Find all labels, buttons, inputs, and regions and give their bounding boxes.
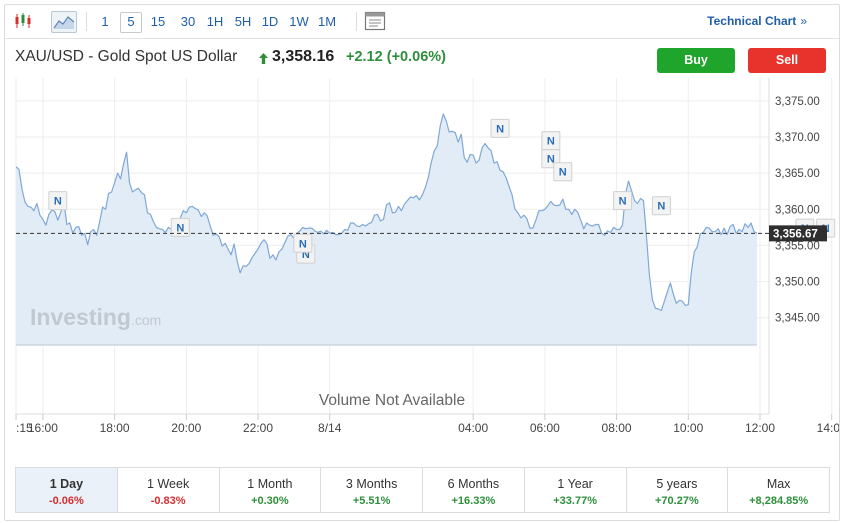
timeframe-1m[interactable]: 1M [315, 12, 339, 31]
period-label: 1 Year [557, 477, 593, 491]
y-tick-label: 3,350.00 [775, 277, 820, 289]
period-label: 1 Week [147, 477, 190, 491]
candlestick-icon[interactable] [13, 11, 33, 31]
period-change: +8,284.85% [749, 495, 809, 507]
period-change: +16.33% [451, 495, 496, 507]
timeframe-1d[interactable]: 1D [259, 12, 281, 31]
x-tick-label: 22:00 [243, 421, 273, 435]
svg-text:N: N [547, 136, 555, 148]
chart-widget: 1 5 15 30 1H 5H 1D 1W 1M Technical Chart» XAU/US… [4, 4, 840, 521]
svg-text:N: N [559, 167, 567, 179]
period-6-months[interactable]: 6 Months +16.33% [422, 468, 524, 512]
timeframe-15[interactable]: 15 [148, 12, 168, 31]
x-tick-label: 18:00 [100, 421, 130, 435]
period-label: 1 Day [49, 477, 84, 491]
indicator-panel-icon[interactable] [364, 11, 386, 31]
svg-text:N: N [657, 201, 665, 213]
x-tick-label: 14:00 [817, 421, 839, 435]
last-price: 3,358.16 [272, 48, 335, 65]
timeframe-5h[interactable]: 5H [231, 12, 255, 31]
period-change: +70.27% [655, 495, 699, 507]
period-label: 1 Month [247, 477, 293, 491]
technical-chart-label: Technical Chart [707, 14, 797, 28]
timeframe-1h[interactable]: 1H [204, 12, 226, 31]
timeframe-5[interactable]: 5 [120, 12, 142, 33]
svg-text:N: N [54, 196, 62, 208]
svg-text:N: N [176, 222, 184, 234]
period-3-months[interactable]: 3 Months +5.51% [320, 468, 422, 512]
last-price-label-text: 3,356.67 [773, 228, 818, 240]
timeframe-1[interactable]: 1 [98, 12, 112, 31]
period-change: +5.51% [352, 495, 391, 507]
news-marker[interactable]: N [541, 131, 561, 151]
period-1-month[interactable]: 1 Month +0.30% [218, 468, 321, 512]
area-chart-icon[interactable] [51, 11, 77, 33]
x-tick-label: 12:00 [745, 421, 775, 435]
x-tick-label: 8/14 [318, 421, 342, 435]
news-marker[interactable]: N [651, 196, 671, 216]
news-marker[interactable]: N [490, 118, 510, 138]
period-1-year[interactable]: 1 Year +33.77% [523, 468, 626, 512]
x-tick-label: 04:00 [458, 421, 488, 435]
x-tick-label: 20:00 [171, 421, 201, 435]
volume-not-available-text: Volume Not Available [319, 392, 465, 409]
y-tick-label: 3,355.00 [775, 240, 820, 252]
period-5-years[interactable]: 5 years +70.27% [625, 468, 728, 512]
svg-text:N: N [299, 238, 307, 250]
toolbar-divider [356, 12, 357, 31]
period-label: Max [766, 477, 791, 491]
news-marker[interactable]: N [553, 162, 573, 182]
period-max[interactable]: Max +8,284.85% [727, 468, 829, 512]
buy-button[interactable]: Buy [657, 48, 735, 73]
x-tick-label: 10:00 [673, 421, 703, 435]
x-tick-label: 08:00 [602, 421, 632, 435]
news-marker[interactable]: N [293, 233, 313, 253]
period-label: 6 Months [447, 477, 500, 491]
news-marker[interactable]: N [48, 191, 68, 211]
timeframe-1w[interactable]: 1W [287, 12, 311, 31]
news-marker[interactable]: N [613, 191, 633, 211]
svg-text:N: N [496, 123, 504, 135]
y-tick-label: 3,375.00 [775, 96, 820, 108]
x-tick-label: 06:00 [530, 421, 560, 435]
price-up-arrow-icon [259, 53, 268, 64]
period-change: -0.06% [48, 495, 84, 507]
technical-chart-link[interactable]: Technical Chart» [707, 14, 807, 28]
toolbar-divider [86, 12, 87, 31]
period-change: +33.77% [553, 495, 597, 507]
period-1-day[interactable]: 1 Day -0.06% [16, 468, 117, 512]
y-tick-label: 3,365.00 [775, 168, 820, 180]
price-chart[interactable]: Investing.com NNNNNNNNNNNN 3,345.003,350… [5, 78, 839, 448]
chart-toolbar: 1 5 15 30 1H 5H 1D 1W 1M Technical Chart» [5, 5, 839, 39]
period-1-week[interactable]: 1 Week -0.83% [116, 468, 219, 512]
price-change-value: +2.12 [346, 49, 383, 65]
period-label: 3 Months [345, 477, 398, 491]
last-price-label: 3,356.67 [769, 225, 827, 242]
instrument-title: XAU/USD - Gold Spot US Dollar [15, 48, 238, 65]
svg-text:N: N [619, 196, 627, 208]
price-change: +2.12 (+0.06%) [346, 49, 446, 65]
period-change: +0.30% [251, 495, 289, 507]
double-chevron-right-icon: » [800, 14, 807, 28]
price-change-percent: (+0.06%) [386, 49, 446, 65]
period-change: -0.83% [150, 495, 186, 507]
y-tick-label: 3,345.00 [775, 313, 820, 325]
y-tick-label: 3,370.00 [775, 132, 820, 144]
y-tick-label: 3,360.00 [775, 204, 820, 216]
sell-button[interactable]: Sell [748, 48, 826, 73]
period-performance-table: 1 Day -0.06% 1 Week -0.83% 1 Month +0.30% 3 Mo… [15, 467, 830, 513]
timeframe-30[interactable]: 30 [177, 12, 199, 31]
x-tick-label: 16:00 [28, 421, 58, 435]
period-label: 5 years [656, 477, 698, 491]
